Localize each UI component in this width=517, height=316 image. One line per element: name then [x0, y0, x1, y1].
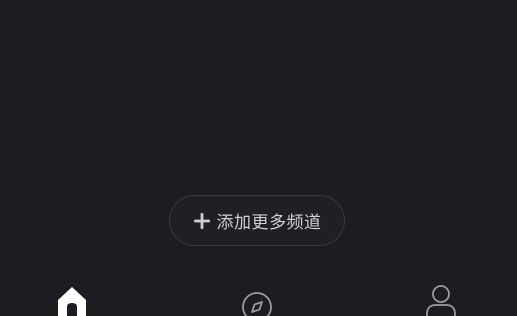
tab-discover[interactable]: [240, 284, 274, 316]
app-screen: 添加更多频道: [0, 0, 517, 316]
person-icon: [426, 285, 456, 316]
add-more-channels-button[interactable]: 添加更多频道: [169, 195, 345, 246]
home-icon: [58, 287, 86, 316]
plus-icon: [193, 212, 211, 230]
compass-icon: [242, 292, 272, 316]
add-more-channels-label: 添加更多频道: [216, 213, 322, 233]
tab-home[interactable]: [55, 284, 89, 316]
tab-profile[interactable]: [424, 284, 458, 316]
bottom-tab-bar: [0, 276, 517, 316]
